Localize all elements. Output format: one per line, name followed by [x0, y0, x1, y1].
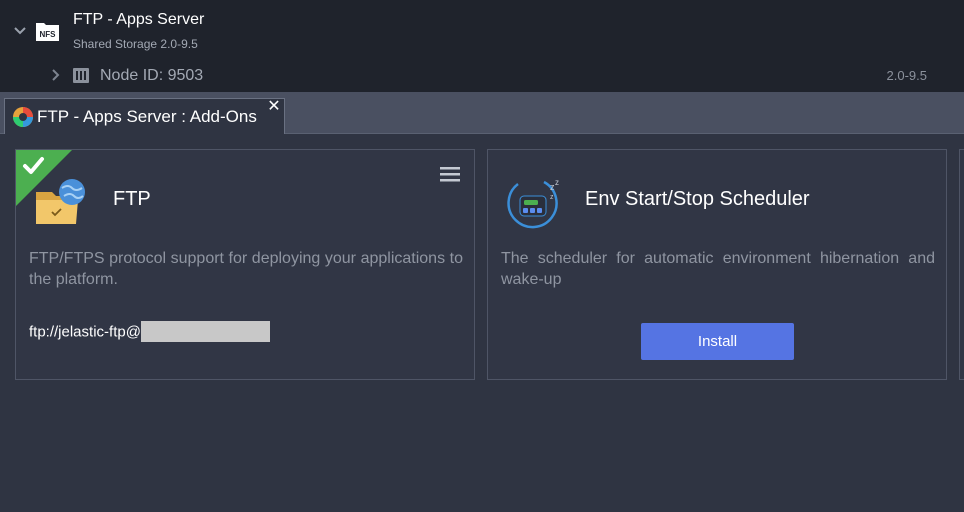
scheduler-icon: z z z — [507, 178, 559, 229]
tab-addons[interactable]: FTP - Apps Server : Add-Ons ✕ — [4, 98, 285, 135]
tab-label[interactable]: FTP - Apps Server : Add-Ons — [37, 107, 257, 127]
node-label[interactable]: Node ID: 9503 — [100, 67, 203, 85]
hamburger-menu-icon[interactable] — [440, 166, 460, 182]
svg-text:z: z — [550, 194, 554, 201]
node-row[interactable]: Node ID: 9503 2.0-9.5 — [0, 62, 964, 92]
install-button[interactable]: Install — [641, 323, 794, 360]
nfs-icon-text: NFS — [40, 30, 57, 39]
tab-bar: FTP - Apps Server : Add-Ons ✕ — [0, 92, 964, 135]
addon-card-ftp: FTP FTP/FTPS protocol support for deploy… — [15, 149, 475, 380]
redacted-host — [140, 321, 270, 342]
ftp-url-text: ftp://jelastic-ftp@ — [29, 323, 141, 341]
addon-title: FTP — [113, 188, 151, 210]
addons-icon — [13, 107, 33, 127]
addon-title: Env Start/Stop Scheduler — [585, 188, 810, 210]
addons-panel: FTP FTP/FTPS protocol support for deploy… — [0, 134, 964, 512]
environment-subtitle: Shared Storage 2.0-9.5 — [73, 37, 198, 51]
ftp-url: ftp://jelastic-ftp@ — [29, 321, 270, 343]
ftp-folder-icon — [36, 179, 85, 224]
environment-name[interactable]: FTP - Apps Server — [73, 11, 204, 29]
addon-card-scheduler: z z z Env Start/Stop Scheduler The sched… — [487, 149, 947, 380]
environment-row[interactable]: NFS FTP - Apps Server Shared Storage 2.0… — [0, 0, 964, 60]
svg-text:z: z — [555, 178, 559, 187]
chevron-right-icon[interactable] — [50, 68, 62, 82]
addon-card-next — [959, 149, 964, 380]
environment-tree: NFS FTP - Apps Server Shared Storage 2.0… — [0, 0, 964, 92]
node-version: 2.0-9.5 — [886, 68, 927, 83]
close-icon[interactable]: ✕ — [266, 99, 282, 115]
addon-description: The scheduler for automatic environment … — [501, 250, 935, 288]
server-node-icon — [73, 68, 89, 83]
addon-description: FTP/FTPS protocol support for deploying … — [29, 250, 463, 288]
chevron-down-icon[interactable] — [13, 24, 27, 38]
nfs-icon: NFS — [36, 23, 59, 41]
